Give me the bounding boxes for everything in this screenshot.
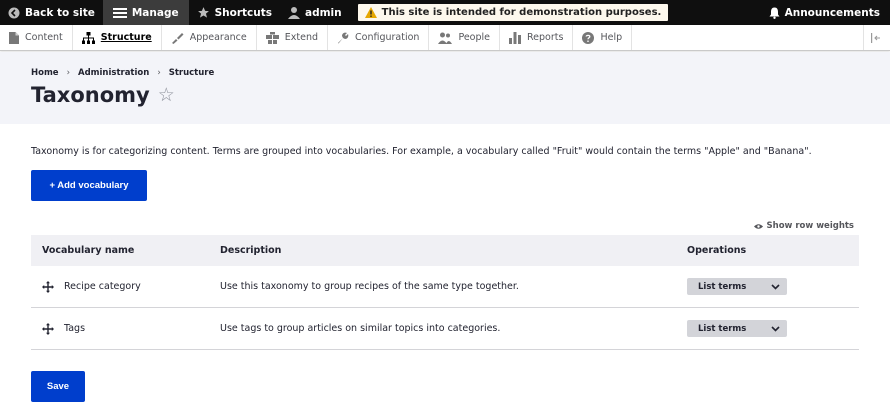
page-header: Home › Administration › Structure Taxono… (0, 52, 890, 124)
eye-icon (753, 223, 763, 229)
warning-icon (364, 7, 377, 18)
breadcrumb: Home › Administration › Structure (31, 68, 214, 78)
operations-dropdown-label: List terms (698, 323, 747, 334)
chevron-down-icon (771, 283, 780, 290)
back-arrow-icon (8, 7, 20, 18)
drag-handle-icon[interactable] (42, 280, 54, 293)
back-to-site-label: Back to site (25, 6, 95, 19)
tray-item-label: Structure (100, 32, 152, 43)
tray-item-extend[interactable]: Extend (257, 25, 328, 50)
bell-icon (769, 7, 780, 19)
tray-item-reports[interactable]: Reports (500, 25, 574, 50)
tray-item-label: People (458, 32, 490, 43)
user-label: admin (305, 6, 342, 19)
warning-text: This site is intended for demonstration … (381, 7, 662, 18)
operations-cell: List terms (687, 320, 859, 337)
header-vocabulary-name: Vocabulary name (42, 245, 135, 256)
tray-item-appearance[interactable]: Appearance (162, 25, 257, 50)
operations-dropdown[interactable]: List terms (687, 320, 787, 337)
announcements-label: Announcements (784, 6, 880, 19)
hamburger-icon (112, 7, 127, 18)
chevron-down-icon (771, 325, 780, 332)
extend-icon (265, 31, 279, 44)
drag-handle-icon[interactable] (42, 322, 54, 335)
announcements-tab[interactable]: Announcements (761, 0, 890, 25)
breadcrumb-home[interactable]: Home (31, 68, 59, 78)
vocabulary-name: Recipe category (64, 281, 141, 292)
tray-item-label: Extend (284, 32, 318, 43)
show-row-weights-label: Show row weights (766, 221, 854, 231)
add-vocabulary-button[interactable]: + Add vocabulary (31, 170, 147, 201)
back-to-site-link[interactable]: Back to site (0, 0, 103, 25)
user-tab[interactable]: admin (280, 0, 350, 25)
wrench-icon (338, 32, 349, 43)
tray-item-label: Help (600, 32, 623, 43)
table-row: Tags Use tags to group articles on simil… (31, 308, 859, 350)
orientation-toggle-icon (871, 32, 880, 43)
page-title: Taxonomy (31, 83, 150, 107)
tray-item-structure[interactable]: Structure (73, 25, 162, 50)
save-button[interactable]: Save (31, 371, 85, 402)
tray-item-label: Reports (527, 32, 564, 43)
shortcuts-tab[interactable]: Shortcuts (189, 0, 280, 25)
operations-cell: List terms (687, 278, 859, 295)
header-description: Description (220, 245, 282, 256)
operations-dropdown[interactable]: List terms (687, 278, 787, 295)
vocabulary-description: Use tags to group articles on similar to… (220, 323, 501, 334)
content-icon (9, 31, 19, 44)
tray-item-configuration[interactable]: Configuration (328, 25, 430, 50)
structure-icon (81, 31, 95, 44)
shortcuts-label: Shortcuts (214, 6, 272, 19)
tray-item-content[interactable]: Content (0, 25, 73, 50)
help-icon (582, 31, 595, 44)
vocabulary-description: Use this taxonomy to group recipes of th… (220, 281, 519, 292)
breadcrumb-separator: › (157, 68, 161, 78)
table-row: Recipe category Use this taxonomy to gro… (31, 266, 859, 308)
vocabulary-table: Vocabulary name Description Operations R… (31, 235, 859, 350)
star-icon (197, 7, 209, 18)
shortcut-star-icon[interactable]: ☆ (158, 84, 175, 106)
vocabulary-name-cell: Recipe category (31, 280, 209, 293)
operations-dropdown-label: List terms (698, 281, 747, 292)
manage-tab[interactable]: Manage (102, 0, 189, 25)
manage-label: Manage (131, 6, 179, 19)
appearance-icon (171, 32, 184, 44)
page-title-wrapper: Taxonomy ☆ (31, 83, 175, 107)
show-row-weights-toggle[interactable]: Show row weights (753, 221, 854, 231)
table-header-row: Vocabulary name Description Operations (31, 235, 859, 266)
reports-icon (509, 31, 521, 44)
admin-toolbar: Back to site Manage Shortcuts admin This… (0, 0, 890, 25)
admin-tray: Content Structure Appearance Extend Conf… (0, 25, 890, 51)
vocabulary-name: Tags (64, 323, 86, 334)
user-icon (288, 7, 300, 19)
intro-text: Taxonomy is for categorizing content. Te… (31, 146, 812, 157)
breadcrumb-administration[interactable]: Administration (78, 68, 149, 78)
tray-item-label: Appearance (189, 32, 247, 43)
tray-item-label: Content (25, 32, 63, 43)
people-icon (438, 32, 453, 44)
tray-spacer (632, 25, 864, 50)
tray-item-help[interactable]: Help (573, 25, 633, 50)
tray-orientation-toggle[interactable] (864, 25, 890, 50)
tray-item-people[interactable]: People (429, 25, 500, 50)
breadcrumb-separator: › (66, 68, 70, 78)
tray-item-label: Configuration (355, 32, 420, 43)
vocabulary-name-cell: Tags (31, 322, 209, 335)
header-operations: Operations (687, 245, 747, 256)
demo-warning-badge: This site is intended for demonstration … (357, 4, 669, 21)
breadcrumb-structure[interactable]: Structure (169, 68, 215, 78)
